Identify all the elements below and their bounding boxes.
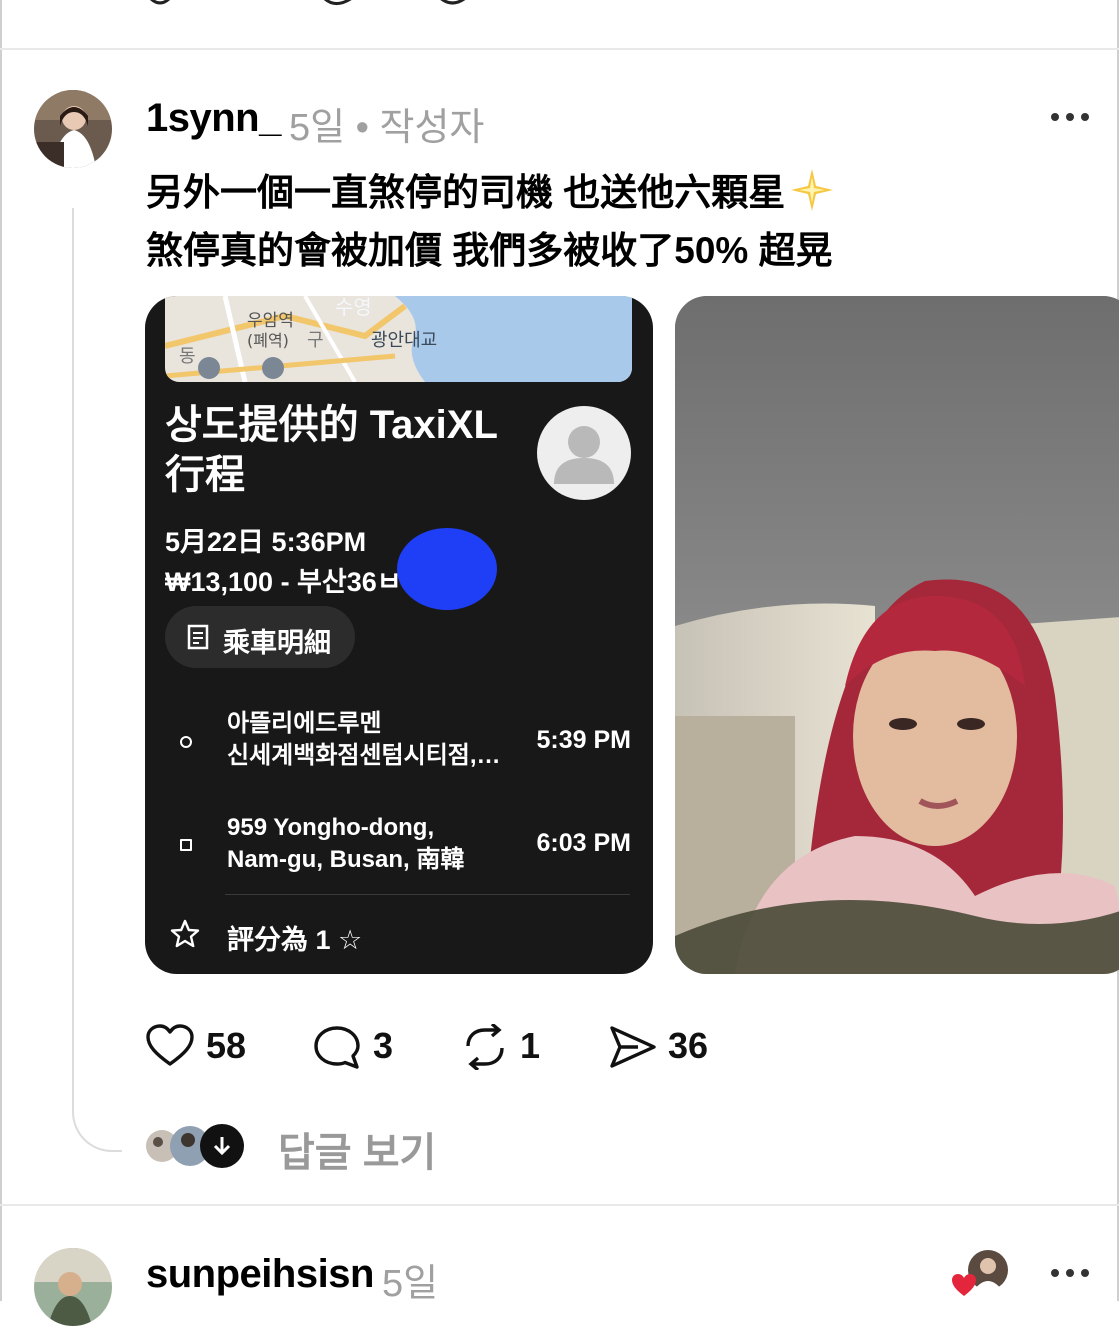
- avatar[interactable]: [34, 90, 112, 168]
- svg-text:수영: 수영: [335, 296, 372, 319]
- post-divider: [0, 1204, 1119, 1206]
- previous-post-actions: [0, 0, 1119, 12]
- window-left-edge: [0, 0, 2, 1301]
- post-meta: 5일: [382, 1263, 439, 1305]
- repost-button[interactable]: 1: [460, 1020, 550, 1072]
- ride-date: 5月22日 5:36PM: [165, 527, 367, 557]
- person-icon: [554, 426, 614, 484]
- comment-button[interactable]: 3: [313, 1020, 403, 1070]
- ride-fare: ₩13,100 - 부산36ㅂ: [165, 567, 402, 597]
- pickup-marker: [180, 736, 192, 748]
- post-username[interactable]: 1synn_: [146, 96, 281, 141]
- post-divider: [0, 48, 1119, 50]
- route-map: 우암역 (폐역) 수영 광안대교 동 구: [165, 296, 632, 382]
- svg-text:구: 구: [307, 330, 324, 351]
- avatar[interactable]: [34, 1248, 112, 1326]
- comment-count: 3: [373, 1025, 394, 1066]
- card-divider: [225, 894, 630, 895]
- more-icon[interactable]: [1050, 1266, 1090, 1285]
- like-button[interactable]: 58: [146, 1020, 256, 1070]
- down-arrow-icon: [210, 1134, 234, 1163]
- svg-text:우암역: 우암역: [247, 311, 294, 331]
- ride-details-button[interactable]: 乘車明細: [165, 606, 355, 668]
- star-icon: [169, 918, 201, 955]
- redaction-mark: [397, 528, 497, 610]
- post-text-line-2: 煞停真的會被加價 我們多被收了50% 超晃: [146, 230, 833, 271]
- heart-icon: [146, 1024, 194, 1073]
- post-text-line-1: 另外一個一直煞停的司機 也送他六顆星: [146, 164, 835, 222]
- ride-details-label: 乘車明細: [223, 628, 331, 658]
- post-body: 另外一個一直煞停的司機 也送他六顆星 煞停真的會被加價 我們多被收了50% 超晃: [146, 164, 835, 280]
- liked-by-author-badge: [950, 1248, 1010, 1298]
- selfie-photo[interactable]: [675, 296, 1119, 974]
- svg-text:동: 동: [179, 346, 196, 367]
- dropoff-marker: [180, 839, 192, 851]
- comment-icon: [313, 1024, 361, 1075]
- repost-icon: [460, 1022, 510, 1075]
- post-username[interactable]: sunpeihsisn: [146, 1252, 374, 1297]
- ride-title: 상도提供的 TaxiXL 行程: [165, 403, 498, 497]
- more-icon[interactable]: [1050, 110, 1090, 129]
- ride-receipt-image[interactable]: 우암역 (폐역) 수영 광안대교 동 구 상도提供的 TaxiXL 行程 5月2…: [145, 296, 653, 974]
- post-meta: 5일 • 작성자: [289, 107, 485, 149]
- reply-avatars[interactable]: [144, 1120, 254, 1170]
- dropoff-time: 6:03 PM: [536, 829, 631, 857]
- svg-text:(폐역): (폐역): [247, 331, 289, 350]
- receipt-icon: [187, 624, 209, 655]
- pickup-address: 아뜰리에드루멘 신세계백화점센텀시티점,…: [227, 710, 501, 769]
- sparkle-icon: [789, 167, 835, 213]
- svg-text:광안대교: 광안대교: [371, 330, 437, 351]
- view-replies-link[interactable]: 답글 보기: [278, 1120, 436, 1178]
- share-count: 36: [668, 1025, 709, 1066]
- dropoff-address: 959 Yongho-dong, Nam-gu, Busan, 南韓: [227, 814, 465, 873]
- driver-avatar: [537, 406, 631, 500]
- pickup-time: 5:39 PM: [536, 726, 631, 754]
- thread-line: [72, 208, 122, 1152]
- like-count: 58: [206, 1025, 247, 1066]
- ride-rating: 評分為 1 ☆: [227, 925, 363, 955]
- repost-count: 1: [520, 1025, 541, 1066]
- share-icon: [608, 1024, 658, 1075]
- share-button[interactable]: 36: [608, 1020, 718, 1070]
